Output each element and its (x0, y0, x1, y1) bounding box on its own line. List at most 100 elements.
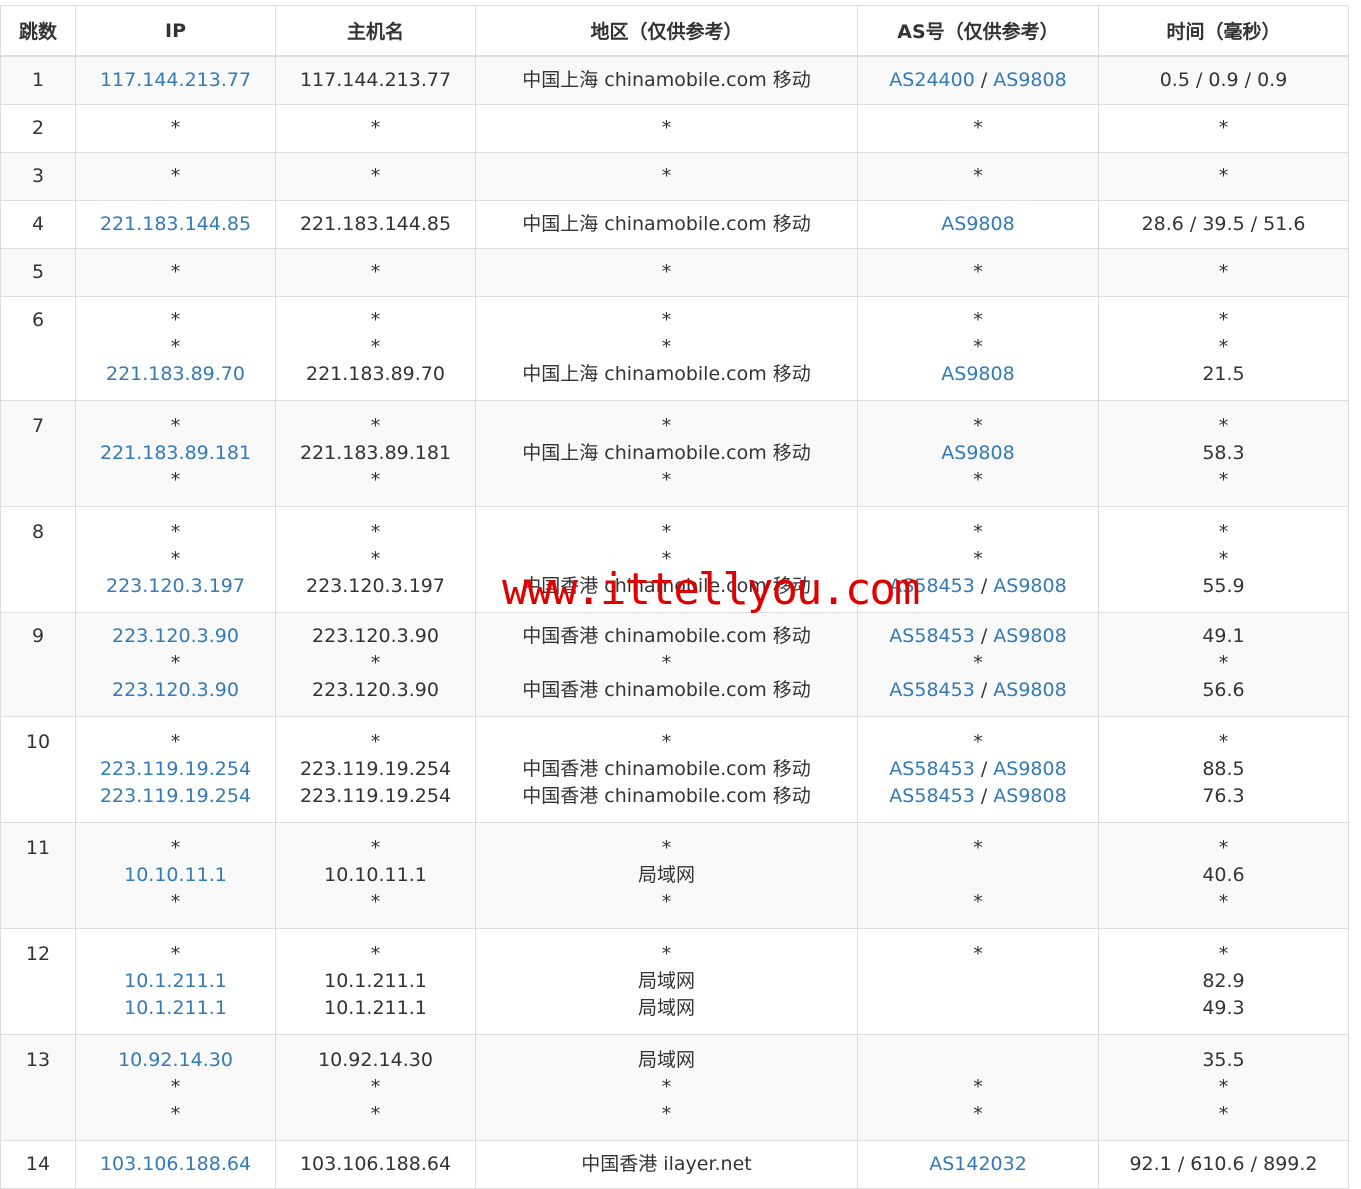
time-cell: * (1098, 248, 1349, 297)
region-value: 局域网 (637, 997, 695, 1019)
as-link[interactable]: AS9808 (993, 625, 1066, 647)
as-link[interactable]: AS58453 (889, 679, 975, 701)
region-cell: 局域网 * * (475, 1034, 858, 1141)
region-cell: * 中国香港 chinamobile.com 移动 中国香港 chinamobile… (475, 716, 858, 823)
hostname-value: * (370, 415, 381, 437)
region-value: * (661, 652, 672, 674)
as-line: AS24400 / AS9808 (858, 67, 1098, 94)
ip-link[interactable]: 10.92.14.30 (118, 1049, 233, 1071)
ip-link[interactable]: 10.1.211.1 (124, 970, 227, 992)
ip-link[interactable]: 221.183.89.70 (106, 363, 245, 385)
ip-placeholder: * (170, 415, 181, 437)
as-placeholder: * (973, 548, 983, 570)
hop-number: 1 (31, 69, 45, 91)
hostname-value: 10.1.211.1 (324, 997, 427, 1019)
ip-line: 223.119.19.254 (76, 756, 275, 783)
table-row: 4 221.183.144.85 221.183.144.85 中国上海 chinam… (0, 200, 1349, 249)
time-value: * (1218, 117, 1229, 139)
ip-line: 103.106.188.64 (76, 1151, 275, 1178)
ip-link[interactable]: 223.119.19.254 (100, 785, 251, 807)
hostname-value: 223.119.19.254 (299, 785, 452, 807)
as-link[interactable]: AS24400 (889, 69, 975, 91)
as-separator: / (974, 625, 994, 647)
ip-cell: * 223.119.19.254 223.119.19.254 (75, 716, 276, 823)
region-cell: 中国上海 chinamobile.com 移动 (475, 200, 858, 249)
region-value: * (661, 165, 672, 187)
as-link[interactable]: AS9808 (993, 679, 1066, 701)
hop-cell: 9 (0, 612, 76, 717)
as-cell: AS58453 / AS9808 * AS58453 / AS9808 (857, 612, 1099, 717)
ip-placeholder: * (170, 336, 181, 358)
hop-cell: 14 (0, 1140, 76, 1189)
time-value: * (1218, 469, 1229, 491)
region-value: * (661, 469, 672, 491)
time-cell: * 88.5 76.3 (1098, 716, 1349, 823)
table-row: 14 103.106.188.64 103.106.188.64 中国香港 ilaye… (0, 1140, 1349, 1189)
as-link[interactable]: AS9808 (941, 442, 1014, 464)
hostname-value: * (370, 336, 381, 358)
table-row: 12 * 10.1.211.1 10.1.211.1 * 10.1.211.1 10.1.2… (0, 928, 1349, 1035)
hostname-value: 10.1.211.1 (324, 970, 427, 992)
as-link[interactable]: AS58453 (889, 758, 975, 780)
ip-link[interactable]: 10.1.211.1 (124, 997, 227, 1019)
as-line: * (858, 334, 1098, 361)
ip-cell: 103.106.188.64 (75, 1140, 276, 1189)
ip-link[interactable]: 223.119.19.254 (100, 758, 251, 780)
ip-link[interactable]: 10.10.11.1 (124, 864, 227, 886)
as-placeholder: * (973, 1076, 983, 1098)
ip-link[interactable]: 221.183.144.85 (100, 213, 251, 235)
ip-placeholder: * (170, 165, 181, 187)
ip-line: * (76, 650, 275, 677)
as-line: * (858, 835, 1098, 862)
as-link[interactable]: AS9808 (941, 213, 1014, 235)
region-value: * (661, 261, 672, 283)
hop-cell: 11 (0, 822, 76, 929)
hop-cell: 6 (0, 296, 76, 401)
region-value: * (661, 731, 672, 753)
ip-link[interactable]: 223.120.3.90 (112, 625, 239, 647)
ip-cell: 221.183.144.85 (75, 200, 276, 249)
as-link[interactable]: AS9808 (993, 758, 1066, 780)
time-cell: * 58.3 * (1098, 400, 1349, 507)
as-link[interactable]: AS58453 (889, 575, 975, 597)
as-line: * (858, 413, 1098, 440)
time-cell: * (1098, 104, 1349, 153)
ip-line: * (76, 1074, 275, 1101)
as-link[interactable]: AS58453 (889, 785, 975, 807)
header-row: 跳数 IP 主机名 地区（仅供参考） AS号（仅供参考） 时间（毫秒） (0, 5, 1349, 57)
hostname-value: 223.120.3.90 (312, 679, 439, 701)
as-link[interactable]: AS9808 (993, 785, 1066, 807)
ip-link[interactable]: 223.120.3.197 (106, 575, 245, 597)
region-value: 中国上海 chinamobile.com 移动 (522, 69, 811, 91)
ip-link[interactable]: 117.144.213.77 (100, 69, 251, 91)
ip-placeholder: * (170, 652, 181, 674)
time-cell: 92.1 / 610.6 / 899.2 (1098, 1140, 1349, 1189)
as-link[interactable]: AS9808 (993, 69, 1066, 91)
region-value: * (661, 336, 672, 358)
as-separator: / (974, 69, 994, 91)
as-line: * (858, 1074, 1098, 1101)
ip-line: 223.119.19.254 (76, 783, 275, 810)
ip-cell: * * 221.183.89.70 (75, 296, 276, 401)
as-link[interactable]: AS58453 (889, 625, 975, 647)
ip-link[interactable]: 223.120.3.90 (112, 679, 239, 701)
hop-number: 6 (31, 309, 45, 331)
ip-link[interactable]: 221.183.89.181 (100, 442, 251, 464)
as-link[interactable]: AS9808 (993, 575, 1066, 597)
as-placeholder: * (973, 521, 983, 543)
table-header: 跳数 IP 主机名 地区（仅供参考） AS号（仅供参考） 时间（毫秒） (0, 5, 1349, 57)
ip-placeholder: * (170, 891, 181, 913)
hostname-value: 117.144.213.77 (299, 69, 452, 91)
time-value: * (1218, 261, 1229, 283)
region-value: * (661, 891, 672, 913)
hop-cell: 3 (0, 152, 76, 201)
time-value: 88.5 (1202, 758, 1245, 780)
as-link[interactable]: AS9808 (941, 363, 1014, 385)
hostname-cell: * * 221.183.89.70 (275, 296, 476, 401)
as-line: AS9808 (858, 211, 1098, 238)
region-value: * (661, 548, 672, 570)
header-region: 地区（仅供参考） (475, 5, 858, 57)
ip-link[interactable]: 103.106.188.64 (100, 1153, 251, 1175)
region-cell: * (475, 152, 858, 201)
as-link[interactable]: AS142032 (929, 1153, 1027, 1175)
